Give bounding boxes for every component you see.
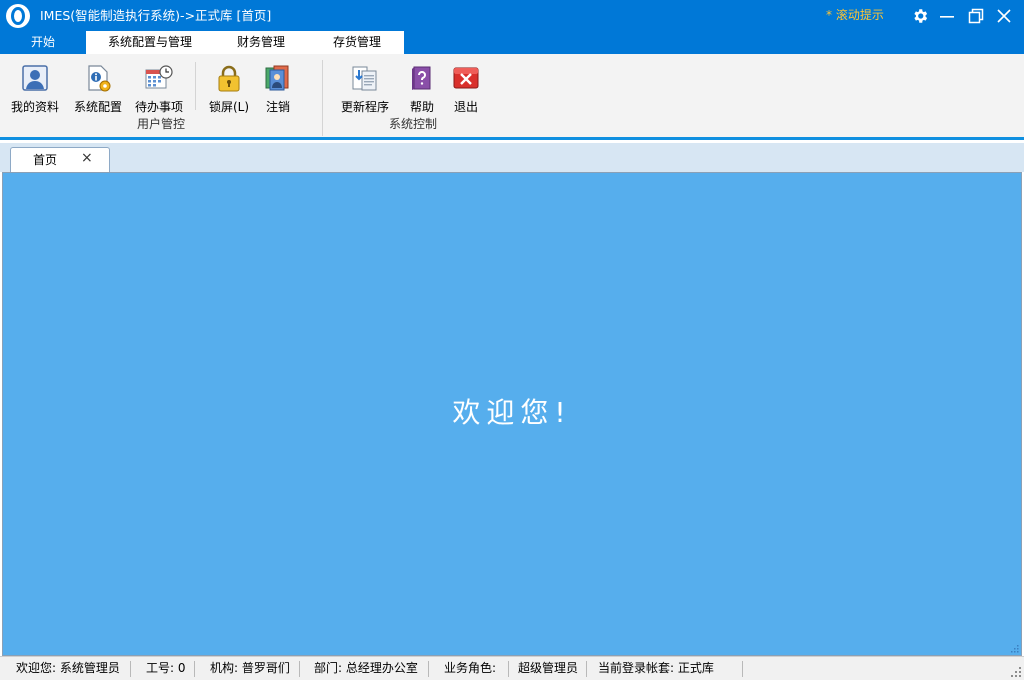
gear-icon <box>914 9 928 23</box>
group-user-control: 我的资料 系统配置 待办事项 锁屏(L) 注销 用户管控 <box>2 58 320 138</box>
doc-tab-home[interactable]: 首页 × <box>10 147 110 172</box>
close-button[interactable] <box>993 5 1015 27</box>
tab-finance[interactable]: 财务管理 <box>226 31 296 54</box>
close-icon <box>997 9 1011 23</box>
resize-grip-icon[interactable] <box>1011 645 1019 653</box>
minimize-button[interactable] <box>936 5 958 27</box>
doc-tab-close-icon[interactable]: × <box>81 150 93 166</box>
doc-tab-home-label: 首页 <box>33 153 58 167</box>
group-label-system-control: 系统控制 <box>388 117 437 131</box>
help-book-icon <box>412 66 431 90</box>
title-bar: IMES(智能制造执行系统)->正式库 [首页] * 滚动提示 <box>0 0 1024 31</box>
scroll-hint-link[interactable]: * 滚动提示 <box>826 0 884 31</box>
exit-button[interactable]: 退出 <box>437 62 495 114</box>
restore-button[interactable] <box>965 5 987 27</box>
restore-icon <box>968 8 984 24</box>
tab-inventory[interactable]: 存货管理 <box>322 31 392 54</box>
status-welcome-user: 欢迎您: 系统管理员 <box>16 661 120 675</box>
document-tab-bar: 首页 × <box>0 143 1024 172</box>
status-role: 超级管理员 <box>518 661 579 675</box>
system-config-icon <box>88 65 111 92</box>
settings-button[interactable] <box>909 5 931 27</box>
group-system-control: 更新程序 帮助 退出 系统控制 <box>326 58 500 138</box>
user-profile-icon <box>22 65 48 91</box>
ribbon-tabs: 开始 系统配置与管理 财务管理 存货管理 <box>0 31 1024 54</box>
system-config-label: 系统配置 <box>73 100 122 114</box>
tab-start[interactable]: 开始 <box>0 31 86 54</box>
system-config-button[interactable]: 系统配置 <box>69 62 127 114</box>
app-logo-icon <box>6 4 30 28</box>
update-icon <box>352 66 377 91</box>
calendar-clock-icon <box>145 65 173 89</box>
status-dept: 部门: 总经理办公室 <box>314 661 418 675</box>
todo-button[interactable]: 待办事项 <box>130 62 188 114</box>
main-content: 欢迎您! <box>2 172 1022 656</box>
logout-users-icon <box>265 65 289 91</box>
minimize-icon <box>940 16 954 18</box>
logout-button[interactable]: 注销 <box>249 62 307 114</box>
group-label-user-control: 用户管控 <box>136 117 185 131</box>
my-profile-button[interactable]: 我的资料 <box>6 62 64 114</box>
my-profile-label: 我的资料 <box>10 100 59 114</box>
exit-icon <box>453 67 479 89</box>
ribbon-panel: 我的资料 系统配置 待办事项 锁屏(L) 注销 用户管控 更新程序 帮助 退出 … <box>0 54 1024 140</box>
status-resize-grip-icon[interactable] <box>1011 667 1021 677</box>
status-account: 当前登录帐套: 正式库 <box>598 661 714 675</box>
logout-label: 注销 <box>265 100 290 114</box>
todo-label: 待办事项 <box>134 100 183 114</box>
status-bar: 欢迎您: 系统管理员 工号: 0 机构: 普罗哥们 部门: 总经理办公室 业务角… <box>0 656 1024 680</box>
window-title: IMES(智能制造执行系统)->正式库 [首页] <box>40 8 272 23</box>
welcome-text: 欢迎您! <box>452 396 572 429</box>
status-job-no: 工号: 0 <box>146 661 186 675</box>
tab-system-config[interactable]: 系统配置与管理 <box>98 31 202 54</box>
status-role-label: 业务角色: <box>444 661 497 675</box>
exit-label: 退出 <box>453 100 478 114</box>
update-button[interactable]: 更新程序 <box>336 62 394 114</box>
status-org: 机构: 普罗哥们 <box>210 661 290 675</box>
lock-icon <box>218 65 240 92</box>
